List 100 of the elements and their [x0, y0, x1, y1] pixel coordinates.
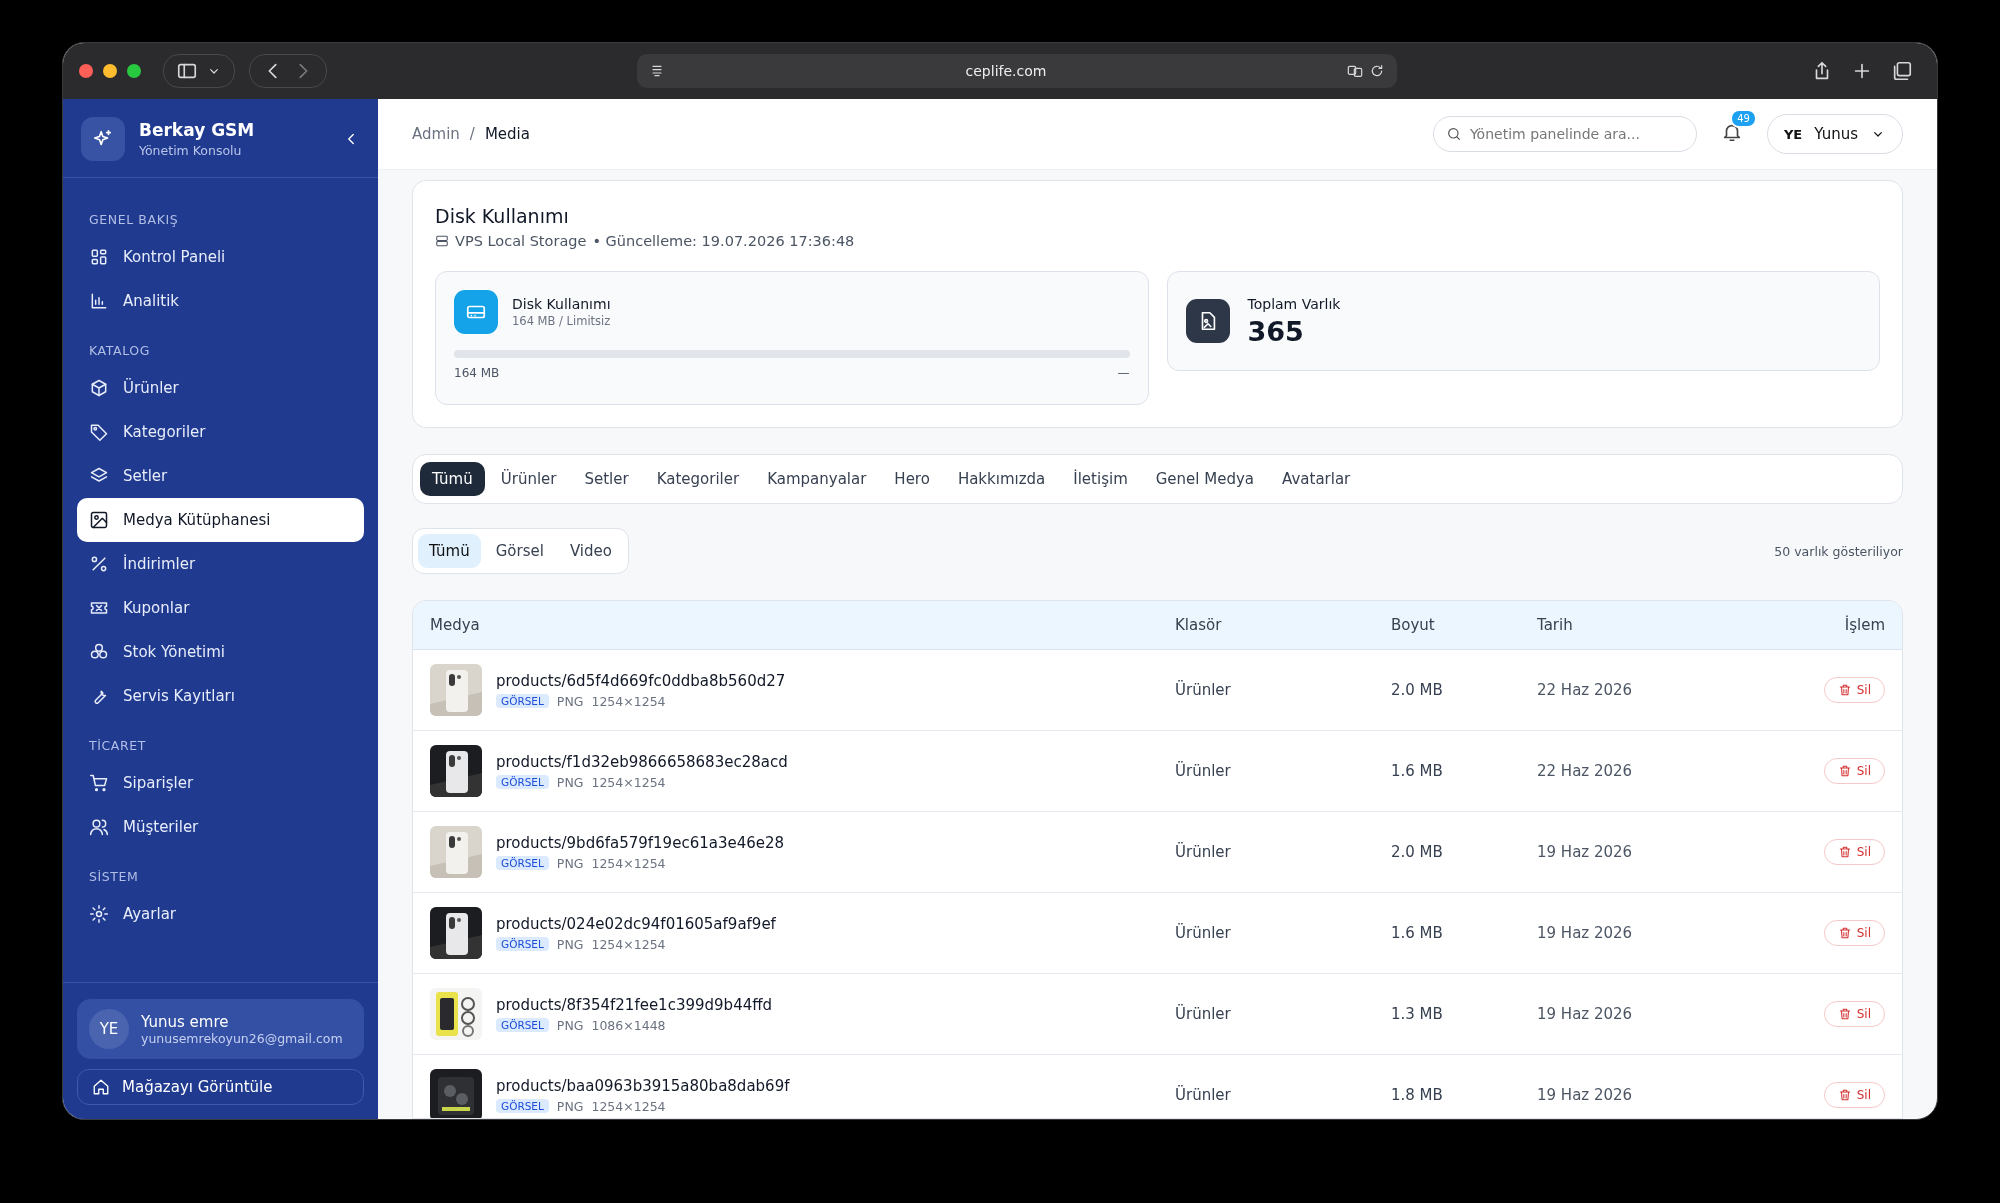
type-filter-option[interactable]: Görsel: [484, 534, 555, 568]
storage-name: VPS Local Storage: [455, 233, 587, 249]
table-cell-text: Ürünler: [1175, 762, 1232, 780]
column-header: İşlem: [1843, 616, 1885, 634]
trash-icon: [1837, 845, 1852, 859]
sidebar-item[interactable]: Kategoriler: [77, 410, 364, 454]
folder-tab[interactable]: İletişim: [1061, 462, 1140, 496]
result-count: 50 varlık gösteriliyor: [1774, 543, 1903, 559]
sidebar-item[interactable]: Analitik: [77, 279, 364, 323]
limit-value: —: [1117, 366, 1130, 380]
sidebar-item[interactable]: Stok Yönetimi: [77, 630, 364, 674]
trash-icon: [1837, 926, 1852, 940]
brand-subtitle: Yönetim Konsolu: [139, 143, 243, 158]
delete-button[interactable]: Sil: [1823, 758, 1885, 784]
page-icon: [649, 63, 665, 79]
box-icon: [89, 378, 109, 398]
tag-icon: [89, 422, 109, 442]
image-icon: [89, 510, 109, 530]
grid-icon: [89, 247, 109, 267]
user-name: Yunus emre: [141, 1012, 230, 1031]
table-cell-text: 19 Haz 2026: [1537, 1005, 1634, 1023]
trash-icon: [1837, 1088, 1852, 1102]
delete-button[interactable]: Sil: [1823, 839, 1885, 865]
folder-tab[interactable]: Tümü: [420, 462, 485, 496]
image-dimensions: 1254×1254: [591, 774, 666, 790]
file-format: PNG: [556, 855, 584, 871]
used-amount: 164 MB: [454, 366, 500, 380]
brand-name: Berkay GSM: [139, 120, 256, 140]
folder-tab[interactable]: Genel Medya: [1143, 462, 1267, 496]
column-header: Boyut: [1391, 616, 1436, 634]
table-cell-text: 1.3 MB: [1391, 1005, 1444, 1023]
table-cell-text: Ürünler: [1175, 1086, 1232, 1104]
panel-subtitle: 164 MB / Limitsiz: [512, 314, 611, 328]
column-header: Tarih: [1537, 616, 1574, 634]
table-cell-text: Ürünler: [1175, 681, 1232, 699]
table-cell-text: Ürünler: [1175, 924, 1232, 942]
table-cell-text: Ürünler: [1175, 843, 1232, 861]
sidebar-item[interactable]: Kontrol Paneli: [77, 235, 364, 279]
sidebar-item[interactable]: Medya Kütüphanesi: [77, 498, 364, 542]
folder-tab[interactable]: Avatarlar: [1270, 462, 1363, 496]
sidebar-item[interactable]: Servis Kayıtları: [77, 674, 364, 718]
panel-title: Disk Kullanımı: [512, 296, 611, 312]
folder-tab[interactable]: Setler: [572, 462, 641, 496]
search-field[interactable]: Yönetim panelinde ara...: [1432, 116, 1697, 152]
sidebar-item[interactable]: Müşteriler: [77, 805, 364, 849]
folder-tab[interactable]: Kategoriler: [644, 462, 752, 496]
avatar: YE: [89, 1009, 129, 1049]
table-cell-text: 22 Haz 2026: [1537, 762, 1634, 780]
reload-icon[interactable]: [1369, 63, 1385, 79]
tabs-icon[interactable]: [1891, 60, 1913, 82]
trash-icon: [1837, 764, 1852, 778]
folder-tab[interactable]: Hakkımızda: [945, 462, 1058, 496]
sidebar-item[interactable]: Siparişler: [77, 761, 364, 805]
file-path: products/9bd6fa579f19ec61a3e46e28: [496, 833, 785, 852]
sidebar-item[interactable]: Setler: [77, 454, 364, 498]
delete-button[interactable]: Sil: [1823, 677, 1885, 703]
sidebar-toggle-button[interactable]: [163, 54, 235, 88]
table-cell-text: 2.0 MB: [1391, 843, 1444, 861]
delete-button[interactable]: Sil: [1823, 1001, 1885, 1027]
type-tag: GÖRSEL: [496, 694, 549, 708]
table-cell-text: 1.8 MB: [1391, 1086, 1444, 1104]
window-control[interactable]: [79, 64, 93, 78]
section-heading: KATALOG: [88, 342, 152, 360]
image-dimensions: 1254×1254: [591, 855, 666, 871]
section-heading: GENEL BAKIŞ: [88, 211, 180, 229]
section-heading: TİCARET: [88, 737, 148, 755]
window-control[interactable]: [127, 64, 141, 78]
translate-icon[interactable]: [1347, 63, 1363, 79]
file-path: products/024e02dc94f01605af9af9ef: [496, 914, 776, 933]
type-tag: GÖRSEL: [496, 1099, 549, 1113]
address-bar[interactable]: ceplife.com: [637, 54, 1397, 88]
sidebar-item[interactable]: Ayarlar: [77, 892, 364, 936]
home-icon: [92, 1078, 110, 1096]
type-filter-option[interactable]: Tümü: [418, 534, 481, 568]
bar-chart-icon: [89, 291, 109, 311]
sidebar-item[interactable]: Kuponlar: [77, 586, 364, 630]
breadcrumb-item[interactable]: Admin: [412, 125, 460, 143]
table-cell-text: 2.0 MB: [1391, 681, 1444, 699]
window-control[interactable]: [103, 64, 117, 78]
sidebar-item[interactable]: Ürünler: [77, 366, 364, 410]
panel-title: Toplam Varlık: [1247, 295, 1341, 312]
notification-badge: 49: [1730, 109, 1757, 128]
type-filter-option[interactable]: Video: [558, 534, 623, 568]
update-time: • Güncelleme: 19.07.2026 17:36:48: [592, 233, 855, 249]
trash-icon: [1837, 683, 1852, 697]
store-link[interactable]: Mağazayı Görüntüle: [77, 1069, 364, 1105]
folder-tab[interactable]: Ürünler: [488, 462, 569, 496]
table-cell-text: 19 Haz 2026: [1537, 1086, 1634, 1104]
delete-button[interactable]: Sil: [1823, 1082, 1885, 1108]
file-format: PNG: [556, 1098, 584, 1114]
table-cell-text: 19 Haz 2026: [1537, 924, 1634, 942]
file-format: PNG: [556, 693, 584, 709]
folder-tab[interactable]: Kampanyalar: [755, 462, 879, 496]
table-cell-text: Ürünler: [1175, 1005, 1232, 1023]
column-header: Medya: [430, 616, 481, 634]
file-format: PNG: [556, 774, 584, 790]
type-tag: GÖRSEL: [496, 1018, 549, 1032]
delete-button[interactable]: Sil: [1823, 920, 1885, 946]
sidebar-item[interactable]: İndirimler: [77, 542, 364, 586]
folder-tab[interactable]: Hero: [882, 462, 942, 496]
